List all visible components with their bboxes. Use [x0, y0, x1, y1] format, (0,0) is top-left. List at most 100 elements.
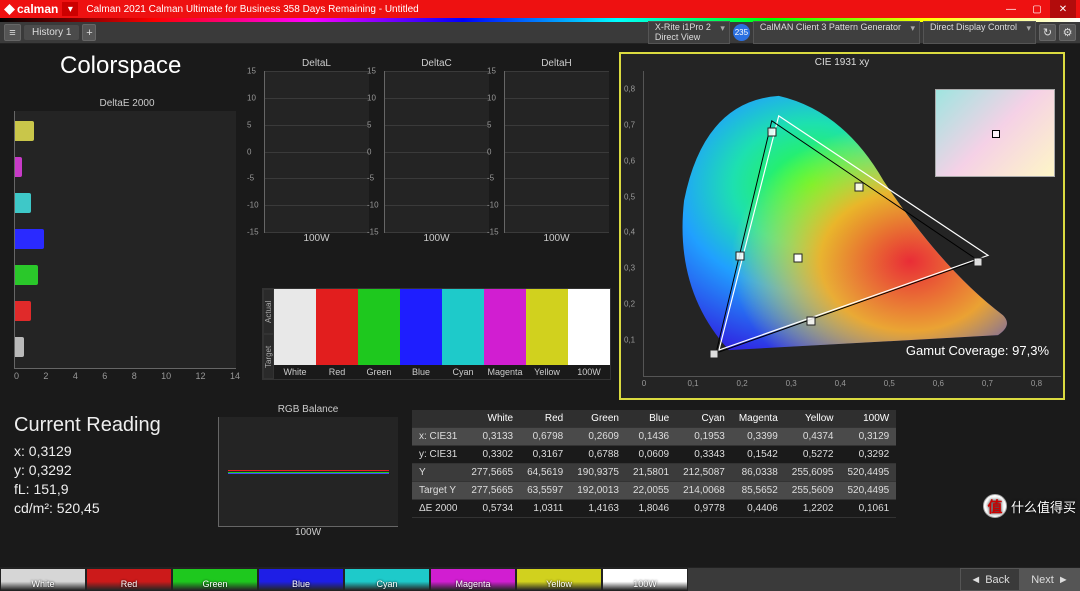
ytick: 15 [367, 67, 376, 76]
cie-title: CIE 1931 xy [621, 54, 1063, 71]
next-label: Next [1031, 574, 1054, 586]
table-header: Blue [626, 410, 676, 428]
table-cell: 0,6788 [570, 446, 626, 464]
cie-marker-blue [710, 350, 719, 359]
rgb-plot [218, 417, 398, 527]
watermark-icon: 值 [983, 494, 1007, 518]
deltae-title: DeltaE 2000 [14, 98, 240, 109]
inset-marker [992, 130, 1000, 138]
table-cell: 0,1542 [732, 446, 785, 464]
meter-dropdown[interactable]: X-Rite i1Pro 2 Direct View [648, 21, 730, 45]
bottom-swatch-cyan[interactable]: Cyan [344, 568, 430, 591]
status-circle[interactable]: 235 [733, 24, 750, 41]
table-header: Yellow [785, 410, 841, 428]
close-button[interactable]: ✕ [1050, 0, 1076, 18]
display-control-label: Direct Display Control [930, 23, 1017, 33]
back-button[interactable]: ◄ Back [960, 568, 1020, 591]
bottom-swatch-yellow[interactable]: Yellow [516, 568, 602, 591]
table-cell: 0,3133 [464, 428, 520, 446]
cie-xtick: 0,1 [687, 379, 698, 388]
cie-xtick: 0,4 [835, 379, 846, 388]
ytick: 0 [487, 147, 491, 156]
table-cell: 0,6798 [520, 428, 570, 446]
swatch-cyan: Cyan [442, 289, 484, 379]
bottom-swatch-green[interactable]: Green [172, 568, 258, 591]
bottom-swatch-label: Cyan [376, 579, 397, 589]
swatch-red: Red [316, 289, 358, 379]
cie-ytick: 0,7 [624, 120, 635, 129]
table-cell: 0,5272 [785, 446, 841, 464]
cie-plot: Gamut Coverage: 97,3% 0,10,20,30,40,50,6… [643, 71, 1061, 377]
cie-marker-magenta [806, 316, 815, 325]
rgb-balance-chart: RGB Balance 100W [218, 404, 398, 540]
toolbar: ≡ History 1 + X-Rite i1Pro 2 Direct View… [0, 22, 1080, 44]
bottom-swatch-label: Green [202, 579, 227, 589]
swatch-white: White [274, 289, 316, 379]
deltae-bar [15, 301, 31, 321]
gamut-coverage: Gamut Coverage: 97,3% [906, 343, 1049, 358]
small-chart-deltal: DeltaL151050-5-10-15100W [264, 58, 369, 246]
table-cell: 0,3167 [520, 446, 570, 464]
table-cell: 0,4406 [732, 500, 785, 518]
deltae-bar [15, 265, 38, 285]
bottom-swatch-100w[interactable]: 100W [602, 568, 688, 591]
table-header: 100W [840, 410, 896, 428]
meter-line2: Direct View [655, 33, 711, 43]
menu-button[interactable]: ≡ [4, 24, 21, 41]
cie-ytick: 0,6 [624, 156, 635, 165]
bottom-swatch-blue[interactable]: Blue [258, 568, 344, 591]
data-table: WhiteRedGreenBlueCyanMagentaYellow100Wx:… [412, 410, 896, 518]
table-cell: 22,0055 [626, 482, 676, 500]
maximize-button[interactable]: ▢ [1024, 0, 1050, 18]
table-header [412, 410, 464, 428]
bottom-swatch-magenta[interactable]: Magenta [430, 568, 516, 591]
minimize-button[interactable]: — [998, 0, 1024, 18]
small-chart-xtick: 100W [264, 233, 369, 244]
tool-button-2[interactable]: ⚙ [1059, 24, 1076, 41]
brand-menu-caret[interactable]: ▾ [62, 2, 78, 16]
rgb-xtick: 100W [218, 527, 398, 538]
pattern-gen-dropdown[interactable]: CalMAN Client 3 Pattern Generator [753, 21, 920, 45]
cie-xtick: 0,5 [884, 379, 895, 388]
cie-xtick: 0,8 [1031, 379, 1042, 388]
table-cell: 0,9778 [676, 500, 732, 518]
ytick: 0 [367, 147, 371, 156]
diamond-icon [4, 4, 15, 15]
table-cell: 63,5597 [520, 482, 570, 500]
deltae-bar [15, 337, 24, 357]
swatch-green: Green [358, 289, 400, 379]
table-row: Target Y277,566563,5597192,001322,005521… [412, 482, 896, 500]
table-cell: 520,4495 [840, 482, 896, 500]
table-cell: 0,4374 [785, 428, 841, 446]
next-button[interactable]: Next ► [1020, 568, 1080, 591]
table-cell: 0,2609 [570, 428, 626, 446]
swatch-label: Cyan [442, 365, 484, 379]
ytick: 10 [367, 93, 376, 102]
display-control-dropdown[interactable]: Direct Display Control [923, 21, 1036, 45]
history-tab[interactable]: History 1 [24, 25, 79, 40]
small-chart-title: DeltaL [264, 58, 369, 69]
table-row: Y277,566564,5619190,937521,5801212,50878… [412, 464, 896, 482]
cie-inset [935, 89, 1055, 177]
add-tab-button[interactable]: + [82, 24, 96, 41]
swatch-yellow: Yellow [526, 289, 568, 379]
small-chart-deltah: DeltaH151050-5-10-15100W [504, 58, 609, 246]
table-cell: 192,0013 [570, 482, 626, 500]
bottom-swatch-label: Yellow [546, 579, 572, 589]
table-cell: 277,5665 [464, 482, 520, 500]
watermark-text: 什么值得买 [1011, 497, 1076, 516]
ytick: -10 [487, 201, 499, 210]
tool-button-1[interactable]: ↻ [1039, 24, 1056, 41]
table-cell: 0,5734 [464, 500, 520, 518]
ytick: 5 [247, 120, 251, 129]
bottom-swatch-label: 100W [633, 579, 657, 589]
reading-heading: Current Reading [14, 414, 161, 437]
swatch-label: Blue [400, 365, 442, 379]
ytick: -10 [367, 201, 379, 210]
bottom-swatch-white[interactable]: White [0, 568, 86, 591]
swatch-100w: 100W [568, 289, 610, 379]
small-chart-title: DeltaC [384, 58, 489, 69]
brand-logo: calman [4, 2, 58, 16]
bottom-swatch-red[interactable]: Red [86, 568, 172, 591]
swatch-label: Red [316, 365, 358, 379]
